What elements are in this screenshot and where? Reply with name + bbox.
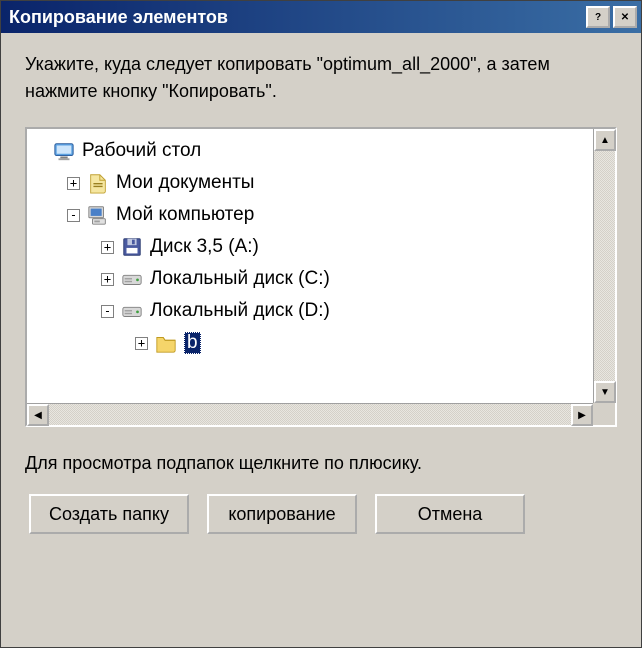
hdd-icon [120,267,144,291]
scroll-down-button[interactable]: ▼ [594,381,616,403]
expand-button[interactable]: + [101,241,114,254]
tree-item[interactable]: + Диск 3,5 (A:) [33,231,611,263]
button-row: Создать папку копирование Отмена [25,494,617,534]
desktop-icon [52,139,76,163]
scroll-up-button[interactable]: ▲ [594,129,616,151]
copy-button[interactable]: копирование [207,494,357,534]
collapse-button[interactable]: - [67,209,80,222]
arrow-right-icon: ▶ [578,410,586,421]
tree-item[interactable]: Рабочий стол [33,135,611,167]
h-scroll-track[interactable] [49,404,571,425]
v-scroll-track[interactable] [594,151,615,381]
folder-tree[interactable]: Рабочий стол + Мои документы - Мой компьютер… [27,129,615,425]
title-bar: Копирование элементов ? ✕ [1,1,641,33]
horizontal-scrollbar[interactable]: ◀ ▶ [27,403,593,425]
instruction-text: Укажите, куда следует копировать "optimu… [25,51,617,105]
tree-item-label: Диск 3,5 (A:) [150,236,259,258]
tree-item[interactable]: + Мои документы [33,167,611,199]
tree-item[interactable]: - Локальный диск (D:) [33,295,611,327]
tree-item[interactable]: + Локальный диск (C:) [33,263,611,295]
scroll-left-button[interactable]: ◀ [27,404,49,426]
tree-item-label: Локальный диск (D:) [150,300,330,322]
hint-text: Для просмотра подпапок щелкните по плюси… [25,453,617,474]
cancel-button[interactable]: Отмена [375,494,525,534]
arrow-down-icon: ▼ [600,387,610,398]
arrow-left-icon: ◀ [34,410,42,421]
computer-icon [86,203,110,227]
close-icon: ✕ [621,12,629,23]
scrollbar-corner [593,403,615,425]
new-folder-button[interactable]: Создать папку [29,494,189,534]
dialog-title: Копирование элементов [9,7,583,28]
help-icon: ? [595,12,601,23]
dialog-body: Укажите, куда следует копировать "optimu… [1,33,641,554]
expand-button[interactable]: + [67,177,80,190]
expand-button[interactable]: + [135,337,148,350]
tree-item-label: Мой компьютер [116,204,254,226]
tree-item-label: b [184,332,201,354]
collapse-button[interactable]: - [101,305,114,318]
tree-item-label: Мои документы [116,172,254,194]
scroll-right-button[interactable]: ▶ [571,404,593,426]
docs-icon [86,171,110,195]
hdd-icon [120,299,144,323]
expand-button[interactable]: + [101,273,114,286]
folder-tree-panel: Рабочий стол + Мои документы - Мой компьютер… [25,127,617,427]
tree-item-label: Локальный диск (C:) [150,268,330,290]
help-button[interactable]: ? [586,6,610,28]
tree-item[interactable]: - Мой компьютер [33,199,611,231]
tree-item[interactable]: +b [33,327,611,359]
folder-icon [154,331,178,355]
floppy-icon [120,235,144,259]
close-button[interactable]: ✕ [613,6,637,28]
vertical-scrollbar[interactable]: ▲ ▼ [593,129,615,403]
tree-item-label: Рабочий стол [82,140,201,162]
arrow-up-icon: ▲ [600,135,610,146]
